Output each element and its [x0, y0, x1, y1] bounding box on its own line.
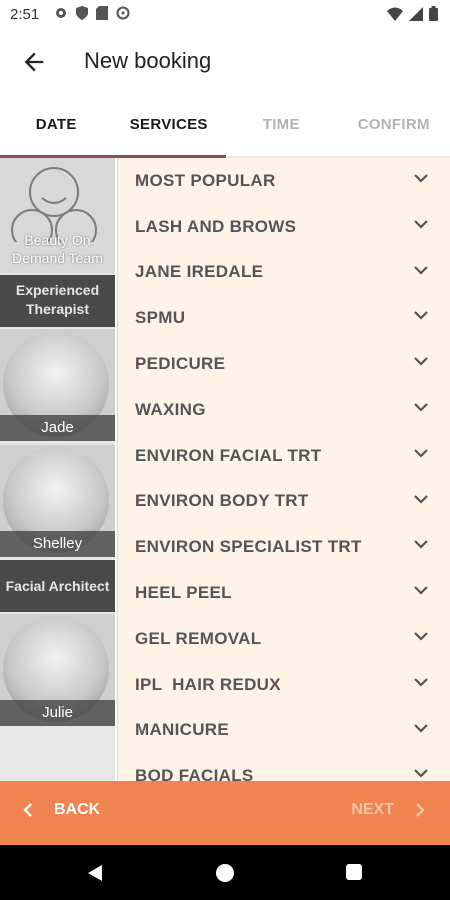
next-button[interactable]: NEXT: [351, 801, 426, 819]
team-logo-icon: [11, 167, 97, 242]
service-category-label: HEEL PEEL: [135, 583, 232, 603]
service-category-label: WAXING: [135, 399, 206, 419]
page-title: New booking: [84, 48, 212, 73]
chevron-down-icon: [414, 586, 428, 595]
wifi-icon: [387, 7, 403, 21]
next-button-label: NEXT: [351, 801, 394, 818]
data-saver-icon: [116, 6, 130, 20]
status-time: 2:51: [10, 6, 40, 23]
app-bar: New booking: [0, 30, 450, 94]
chevron-down-icon: [414, 632, 428, 641]
service-category-row[interactable]: WAXING: [118, 387, 450, 433]
system-nav-bar: [0, 845, 450, 900]
sd-card-icon: [96, 6, 108, 20]
shield-icon: [76, 6, 88, 20]
status-bar: 2:51: [0, 0, 450, 30]
service-category-label: LASH AND BROWS: [135, 216, 297, 236]
section-facial-architect: Facial Architect: [0, 560, 115, 612]
service-category-label: PEDICURE: [135, 354, 226, 374]
chevron-down-icon: [414, 311, 428, 320]
therapist-card-jade[interactable]: Jade: [0, 329, 115, 441]
tab-services[interactable]: SERVICES: [113, 94, 226, 156]
nav-recents-icon[interactable]: [346, 864, 362, 880]
service-category-label: ENVIRON SPECIALIST TRT: [135, 537, 362, 557]
service-category-row[interactable]: ENVIRON FACIAL TRT: [118, 433, 450, 479]
booking-tabs: DATE SERVICES TIME CONFIRM: [0, 94, 450, 156]
nav-home-icon[interactable]: [216, 864, 234, 882]
service-category-label: ENVIRON BODY TRT: [135, 491, 309, 511]
tab-confirm[interactable]: CONFIRM: [338, 94, 450, 156]
service-category-label: MANICURE: [135, 720, 230, 740]
therapist-name: Julie: [0, 700, 115, 726]
battery-icon: [429, 6, 438, 21]
bottom-action-bar: BACK NEXT: [0, 781, 450, 845]
chevron-down-icon: [414, 769, 428, 778]
service-category-row[interactable]: ENVIRON BODY TRT: [118, 479, 450, 525]
service-category-row[interactable]: LASH AND BROWS: [118, 204, 450, 250]
therapist-card-shelley[interactable]: Shelley: [0, 445, 115, 557]
service-category-row[interactable]: MOST POPULAR: [118, 158, 450, 204]
chevron-down-icon: [414, 265, 428, 275]
service-category-row[interactable]: IPL HAIR REDUX: [118, 662, 450, 708]
service-category-label: IPL HAIR REDUX: [135, 674, 281, 694]
chevron-down-icon: [414, 677, 428, 687]
chevron-down-icon: [414, 174, 428, 183]
service-category-row[interactable]: MANICURE: [118, 708, 450, 754]
team-card[interactable]: Beauty On Demand Team: [0, 158, 115, 273]
service-category-label: GEL REMOVAL: [135, 628, 262, 648]
chevron-down-icon: [414, 540, 428, 549]
chevron-left-icon: [23, 803, 32, 817]
therapist-name: Jade: [0, 415, 115, 441]
chevron-down-icon: [414, 220, 428, 229]
gear-icon: [56, 8, 66, 18]
back-button-label: BACK: [54, 801, 101, 818]
service-category-label: MOST POPULAR: [135, 170, 276, 190]
status-icons-left: [54, 6, 130, 20]
services-list[interactable]: MOST POPULAR LASH AND BROWS JANE IREDALE…: [117, 158, 450, 781]
service-category-label: ENVIRON FACIAL TRT: [135, 445, 322, 465]
nav-back-icon[interactable]: [86, 864, 104, 882]
service-category-label: BOD FACIALS: [135, 766, 254, 781]
therapist-sidebar[interactable]: Beauty On Demand Team Experienced Therap…: [0, 158, 115, 781]
therapist-card-julie[interactable]: Julie: [0, 614, 115, 726]
service-category-row[interactable]: GEL REMOVAL: [118, 616, 450, 662]
chevron-right-icon: [416, 803, 425, 817]
service-category-row[interactable]: HEEL PEEL: [118, 570, 450, 616]
chevron-down-icon: [414, 449, 428, 458]
service-category-row[interactable]: ENVIRON SPECIALIST TRT: [118, 524, 450, 570]
service-category-row[interactable]: JANE IREDALE: [118, 250, 450, 296]
chevron-down-icon: [414, 494, 428, 504]
arrow-left-icon[interactable]: [20, 48, 48, 76]
tab-time[interactable]: TIME: [225, 94, 338, 156]
chevron-down-icon: [414, 403, 428, 412]
section-experienced-therapist: Experienced Therapist: [0, 275, 115, 327]
chevron-down-icon: [414, 723, 428, 733]
team-label: Beauty On Demand Team: [12, 232, 103, 266]
service-category-row[interactable]: PEDICURE: [118, 341, 450, 387]
chevron-down-icon: [414, 357, 428, 366]
signal-icon: [409, 6, 423, 21]
back-button[interactable]: BACK: [22, 801, 100, 819]
status-icons-right: [387, 6, 438, 21]
service-category-label: SPMU: [135, 308, 186, 328]
therapist-name: Shelley: [0, 531, 115, 557]
service-category-label: JANE IREDALE: [135, 262, 264, 282]
service-category-row[interactable]: SPMU: [118, 295, 450, 341]
tab-date[interactable]: DATE: [0, 94, 113, 156]
service-category-row[interactable]: BOD FACIALS: [118, 753, 450, 781]
